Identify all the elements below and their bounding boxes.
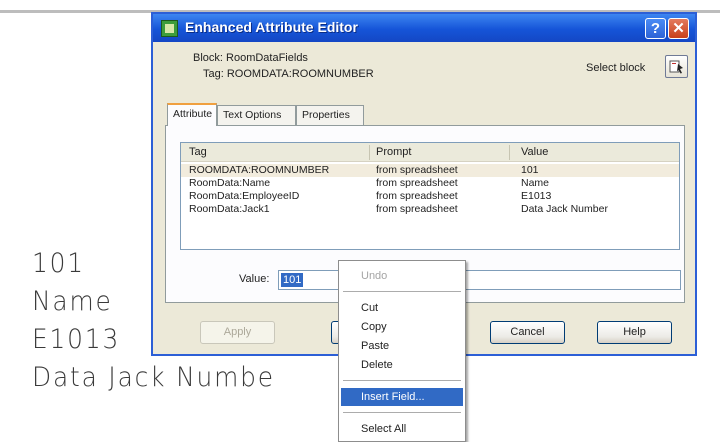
menu-separator (343, 291, 461, 292)
drawing-text-line-1: 101 (32, 248, 85, 279)
column-header-value[interactable]: Value (521, 146, 548, 158)
row-tag: RoomData:Name (189, 177, 271, 189)
select-block-button[interactable] (665, 55, 688, 78)
tab-text-options[interactable]: Text Options (217, 105, 296, 125)
block-name-label: Block: RoomDataFields (193, 52, 308, 64)
select-block-icon (669, 60, 683, 74)
table-row[interactable]: RoomData:EmployeeID from spreadsheet E10… (181, 190, 679, 203)
tab-properties[interactable]: Properties (296, 105, 364, 125)
select-block-label: Select block (586, 62, 646, 74)
row-value: 101 (521, 164, 539, 176)
row-prompt: from spreadsheet (376, 203, 458, 215)
help-button[interactable]: Help (597, 321, 672, 344)
column-header-tag[interactable]: Tag (189, 146, 207, 158)
table-row[interactable]: ROOMDATA:ROOMNUMBER from spreadsheet 101 (181, 164, 679, 177)
menu-item-undo[interactable]: Undo (341, 267, 463, 285)
row-prompt: from spreadsheet (376, 190, 458, 202)
column-header-prompt[interactable]: Prompt (376, 146, 411, 158)
tab-attribute[interactable]: Attribute (167, 103, 217, 126)
value-input-selected-text: 101 (281, 273, 304, 287)
menu-item-select-all[interactable]: Select All (341, 420, 463, 438)
menu-item-cut[interactable]: Cut (341, 299, 463, 317)
column-divider[interactable] (369, 145, 370, 160)
window-title: Enhanced Attribute Editor (185, 19, 358, 35)
column-divider[interactable] (509, 145, 510, 160)
cancel-button[interactable]: Cancel (490, 321, 565, 344)
attribute-editor-icon (161, 20, 178, 37)
title-bar[interactable]: Enhanced Attribute Editor ? ✕ (153, 14, 695, 42)
menu-item-paste[interactable]: Paste (341, 337, 463, 355)
row-tag: RoomData:EmployeeID (189, 190, 300, 202)
list-header: Tag Prompt Value (181, 143, 679, 162)
drawing-text-line-2: Name (32, 286, 113, 317)
apply-button[interactable]: Apply (200, 321, 275, 344)
menu-item-delete[interactable]: Delete (341, 356, 463, 374)
menu-item-copy[interactable]: Copy (341, 318, 463, 336)
context-menu: Undo Cut Copy Paste Delete Insert Field.… (338, 260, 466, 442)
value-label: Value: (239, 273, 270, 285)
drawing-text-line-4: Data Jack Numbe (32, 362, 275, 393)
attribute-list[interactable]: Tag Prompt Value ROOMDATA:ROOMNUMBER fro… (180, 142, 680, 250)
table-row[interactable]: RoomData:Jack1 from spreadsheet Data Jac… (181, 203, 679, 216)
menu-separator (343, 380, 461, 381)
row-tag: ROOMDATA:ROOMNUMBER (189, 164, 330, 176)
row-prompt: from spreadsheet (376, 164, 458, 176)
table-row[interactable]: RoomData:Name from spreadsheet Name (181, 177, 679, 190)
row-tag: RoomData:Jack1 (189, 203, 270, 215)
menu-separator (343, 412, 461, 413)
row-prompt: from spreadsheet (376, 177, 458, 189)
drawing-text-line-3: E1013 (32, 324, 121, 355)
row-value: Data Jack Number (521, 203, 608, 215)
close-button[interactable]: ✕ (668, 18, 689, 39)
row-value: E1013 (521, 190, 552, 202)
tag-name-label: Tag: ROOMDATA:ROOMNUMBER (203, 68, 374, 80)
menu-item-insert-field[interactable]: Insert Field... (341, 388, 463, 406)
help-title-button[interactable]: ? (645, 18, 666, 39)
row-value: Name (521, 177, 550, 189)
